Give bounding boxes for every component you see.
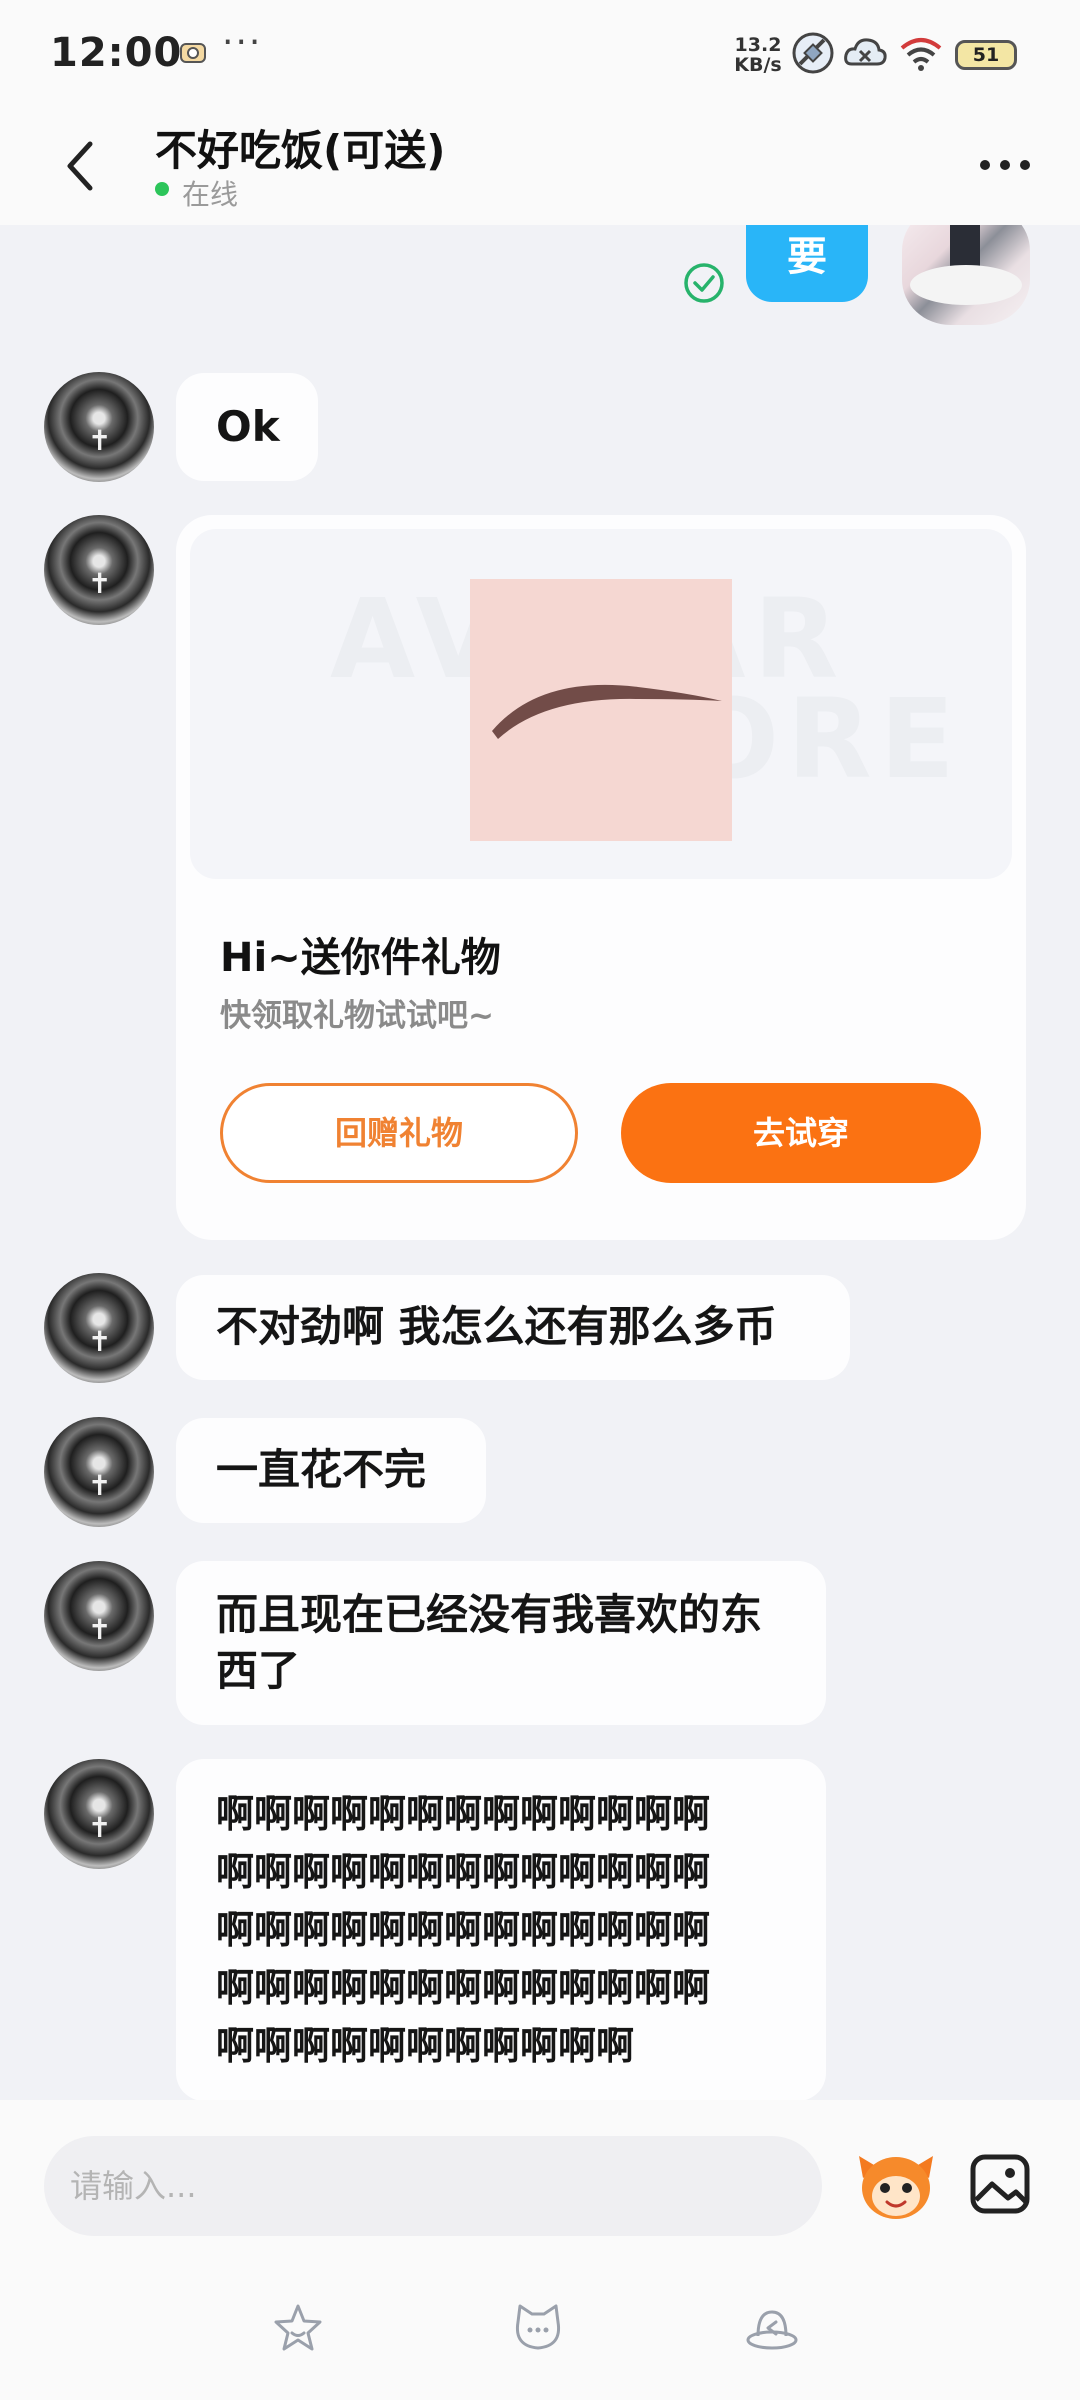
status-more-indicator: ··· — [222, 22, 263, 63]
contact-avatar[interactable] — [44, 1759, 154, 1869]
chat-message-list[interactable]: 要 Ok AVATAR STORE Hi~送你件礼物 快领取礼物试试吧~ 回赠礼… — [0, 225, 1080, 2100]
received-message-bubble[interactable]: 而且现在已经没有我喜欢的东 西了 — [176, 1561, 826, 1725]
return-gift-button[interactable]: 回赠礼物 — [220, 1083, 578, 1183]
hat-icon[interactable] — [744, 2300, 800, 2356]
gift-card-title: Hi~送你件礼物 — [220, 935, 501, 981]
network-speed-unit: KB/s — [734, 54, 782, 76]
star-icon[interactable] — [270, 2300, 326, 2356]
photo-notification-icon — [180, 43, 206, 63]
received-message-bubble[interactable]: 一直花不完 — [176, 1418, 486, 1523]
message-text-line: 啊啊啊啊啊啊啊啊啊啊啊啊啊 — [216, 1792, 711, 1836]
message-text-line: 啊啊啊啊啊啊啊啊啊啊啊啊啊 — [216, 1966, 711, 2010]
contact-avatar[interactable] — [44, 1417, 154, 1527]
wifi-icon — [900, 38, 942, 71]
input-bar — [0, 2100, 1080, 2400]
contact-avatar[interactable] — [44, 372, 154, 482]
message-text: Ok — [216, 402, 280, 451]
contact-avatar[interactable] — [44, 515, 154, 625]
online-status-text: 在线 — [182, 178, 239, 211]
gift-card-subtitle: 快领取礼物试试吧~ — [220, 998, 494, 1034]
message-text: 不对劲啊 我怎么还有那么多币 — [216, 1302, 777, 1351]
message-input[interactable] — [44, 2136, 822, 2236]
cat-face-icon[interactable] — [510, 2300, 566, 2356]
chat-screen: 12:00 ··· 13.2 KB/s 51 不好吃饭(可送) 在线 要 ✝ O… — [0, 0, 1080, 2400]
message-text: 一直花不完 — [216, 1445, 427, 1494]
received-message-bubble[interactable]: 啊啊啊啊啊啊啊啊啊啊啊啊啊 啊啊啊啊啊啊啊啊啊啊啊啊啊 啊啊啊啊啊啊啊啊啊啊啊啊… — [176, 1759, 826, 2100]
satellite-icon — [792, 32, 834, 74]
message-text-line: 而且现在已经没有我喜欢的东 — [216, 1590, 763, 1639]
message-text-line: 啊啊啊啊啊啊啊啊啊啊啊啊啊 — [216, 1850, 711, 1894]
online-status-dot — [155, 182, 169, 196]
gift-image-area: AVATAR STORE — [190, 529, 1012, 879]
battery-level: 51 — [972, 44, 1000, 66]
my-avatar[interactable] — [902, 225, 1030, 325]
sticker-mascot-icon[interactable] — [855, 2148, 937, 2224]
more-options-icon[interactable] — [975, 145, 1035, 185]
contact-avatar[interactable] — [44, 1273, 154, 1383]
status-time: 12:00 — [50, 30, 183, 76]
message-text-line: 啊啊啊啊啊啊啊啊啊啊啊啊啊 — [216, 1908, 711, 1952]
read-check-icon — [684, 263, 724, 303]
back-arrow-icon[interactable] — [50, 130, 110, 200]
battery-icon: 51 — [955, 40, 1017, 70]
try-on-button[interactable]: 去试穿 — [621, 1083, 981, 1183]
contact-avatar[interactable] — [44, 1561, 154, 1671]
cloud-error-icon — [844, 38, 887, 66]
message-text-line: 西了 — [216, 1646, 301, 1695]
received-message-bubble[interactable]: 不对劲啊 我怎么还有那么多币 — [176, 1275, 850, 1380]
eyebrow-icon — [492, 684, 722, 739]
gift-image — [470, 579, 732, 841]
sent-message-bubble[interactable]: 要 — [746, 225, 868, 302]
chat-title: 不好吃饭(可送) — [155, 126, 446, 175]
network-speed: 13.2 KB/s — [732, 35, 784, 75]
network-speed-value: 13.2 — [734, 34, 782, 56]
status-bar: 12:00 ··· 13.2 KB/s 51 — [0, 0, 1080, 105]
message-text-line: 啊啊啊啊啊啊啊啊啊啊啊 — [216, 2024, 635, 2068]
received-message-bubble[interactable]: Ok — [176, 373, 318, 481]
chat-header: 不好吃饭(可送) 在线 — [0, 105, 1080, 225]
image-icon[interactable] — [968, 2152, 1032, 2216]
gift-card[interactable]: AVATAR STORE Hi~送你件礼物 快领取礼物试试吧~ 回赠礼物 去试穿 — [176, 515, 1026, 1240]
